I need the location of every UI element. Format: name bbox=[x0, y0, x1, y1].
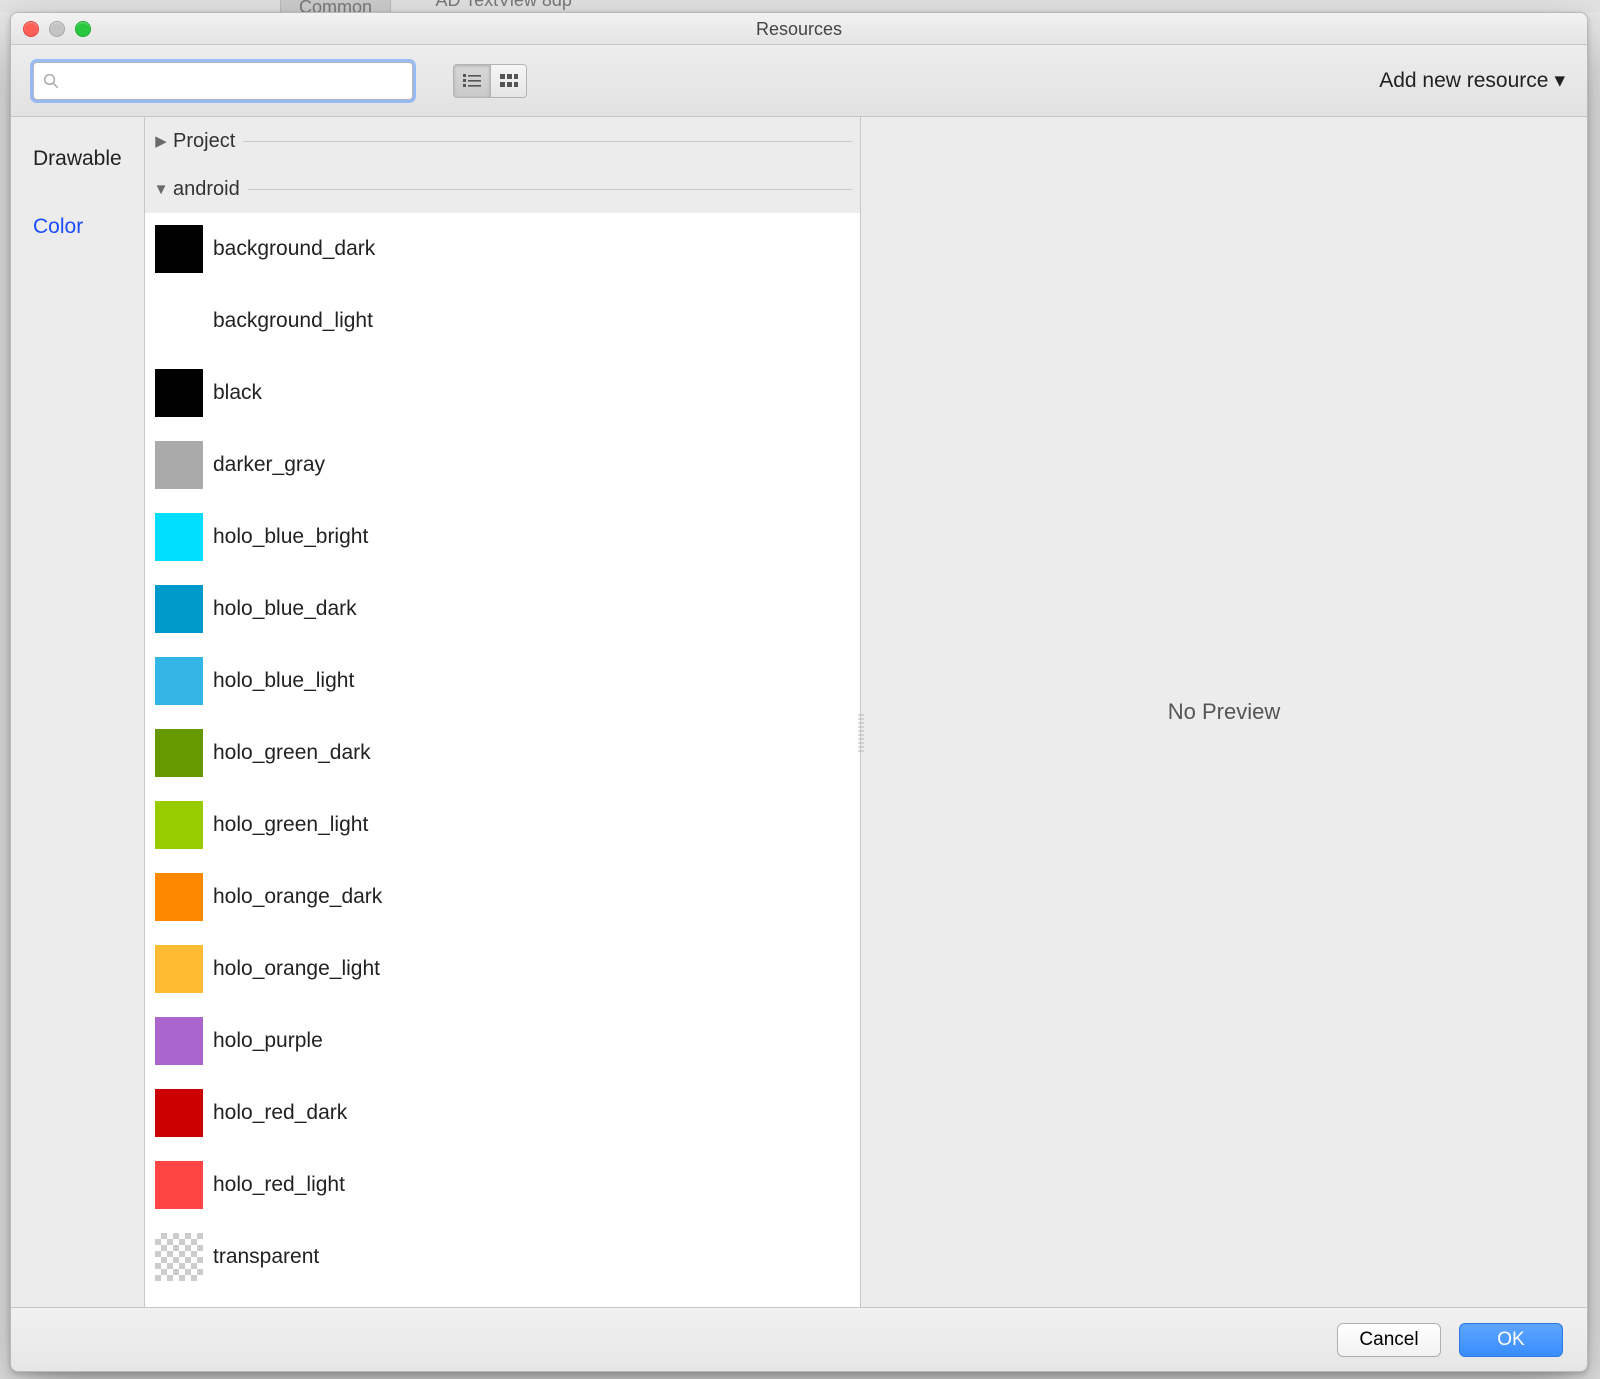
color-swatch bbox=[155, 513, 203, 561]
section-header-project[interactable]: ▶ Project bbox=[145, 117, 860, 165]
category-sidebar: Drawable Color bbox=[11, 117, 145, 1307]
disclosure-down-icon: ▼ bbox=[153, 181, 169, 198]
background-toolbar: Common AD TextView 8dp bbox=[0, 0, 1600, 12]
bg-text: AD TextView 8dp bbox=[435, 0, 571, 11]
resource-item-black[interactable]: black bbox=[145, 357, 860, 429]
color-swatch bbox=[155, 945, 203, 993]
titlebar[interactable]: Resources bbox=[11, 13, 1587, 45]
resource-name-label: holo_blue_dark bbox=[213, 597, 357, 621]
bg-tab-common: Common bbox=[280, 0, 391, 12]
color-swatch bbox=[155, 873, 203, 921]
button-label: Cancel bbox=[1359, 1329, 1418, 1350]
resource-item-darker_gray[interactable]: darker_gray bbox=[145, 429, 860, 501]
resource-name-label: holo_blue_bright bbox=[213, 525, 368, 549]
resource-item-holo_blue_dark[interactable]: holo_blue_dark bbox=[145, 573, 860, 645]
add-new-resource-dropdown[interactable]: Add new resource ▾ bbox=[1379, 68, 1565, 93]
color-swatch bbox=[155, 1089, 203, 1137]
resource-name-label: darker_gray bbox=[213, 453, 325, 477]
resource-name-label: background_light bbox=[213, 309, 373, 333]
resource-item-holo_green_dark[interactable]: holo_green_dark bbox=[145, 717, 860, 789]
resource-item-background_dark[interactable]: background_dark bbox=[145, 213, 860, 285]
minimize-window-button[interactable] bbox=[49, 21, 65, 37]
sidebar-item-color[interactable]: Color bbox=[11, 209, 144, 245]
splitter-handle[interactable] bbox=[858, 712, 864, 752]
resource-item-holo_red_dark[interactable]: holo_red_dark bbox=[145, 1077, 860, 1149]
zoom-window-button[interactable] bbox=[75, 21, 91, 37]
add-new-resource-label: Add new resource bbox=[1379, 69, 1548, 93]
ok-button[interactable]: OK bbox=[1459, 1323, 1563, 1357]
resource-name-label: holo_green_dark bbox=[213, 741, 371, 765]
window-controls bbox=[23, 21, 91, 37]
resources-dialog: Resources bbox=[10, 12, 1588, 1372]
preview-panel: No Preview bbox=[861, 117, 1587, 1307]
resource-item-holo_orange_light[interactable]: holo_orange_light bbox=[145, 933, 860, 1005]
list-view-button[interactable] bbox=[454, 65, 490, 97]
color-swatch bbox=[155, 729, 203, 777]
dialog-footer: Cancel OK bbox=[11, 1307, 1587, 1371]
color-swatch bbox=[155, 1161, 203, 1209]
resource-item-transparent[interactable]: transparent bbox=[145, 1221, 860, 1293]
search-input[interactable] bbox=[60, 63, 404, 99]
button-label: OK bbox=[1497, 1329, 1524, 1350]
cancel-button[interactable]: Cancel bbox=[1337, 1323, 1441, 1357]
disclosure-right-icon: ▶ bbox=[153, 132, 169, 150]
grid-view-button[interactable] bbox=[490, 65, 526, 97]
window-title: Resources bbox=[756, 19, 842, 39]
resource-name-label: holo_blue_light bbox=[213, 669, 354, 693]
section-rule bbox=[248, 189, 852, 190]
close-window-button[interactable] bbox=[23, 21, 39, 37]
resource-item-holo_purple[interactable]: holo_purple bbox=[145, 1005, 860, 1077]
color-swatch bbox=[155, 801, 203, 849]
color-swatch bbox=[155, 1233, 203, 1281]
color-swatch bbox=[155, 441, 203, 489]
chevron-down-icon: ▾ bbox=[1554, 68, 1565, 93]
dialog-body: Drawable Color ▶ Project ▼ android backg… bbox=[11, 117, 1587, 1307]
sidebar-item-label: Color bbox=[33, 215, 83, 238]
resource-list-panel: ▶ Project ▼ android background_darkbackg… bbox=[145, 117, 861, 1307]
resource-name-label: holo_orange_dark bbox=[213, 885, 382, 909]
resource-item-holo_green_light[interactable]: holo_green_light bbox=[145, 789, 860, 861]
sidebar-item-drawable[interactable]: Drawable bbox=[11, 141, 144, 177]
resource-name-label: holo_green_light bbox=[213, 813, 368, 837]
resource-item-background_light[interactable]: background_light bbox=[145, 285, 860, 357]
section-header-android[interactable]: ▼ android bbox=[145, 165, 860, 213]
search-icon bbox=[42, 72, 60, 90]
color-swatch bbox=[155, 297, 203, 345]
section-rule bbox=[243, 141, 852, 142]
list-icon bbox=[463, 74, 481, 88]
resource-list[interactable]: background_dark background_lightblack dark… bbox=[145, 213, 860, 1307]
resource-item-holo_blue_bright[interactable]: holo_blue_bright bbox=[145, 501, 860, 573]
grid-icon bbox=[500, 74, 518, 88]
dialog-toolbar: Add new resource ▾ bbox=[11, 45, 1587, 117]
color-swatch bbox=[155, 225, 203, 273]
resource-name-label: transparent bbox=[213, 1245, 319, 1269]
sidebar-item-label: Drawable bbox=[33, 147, 122, 170]
resource-item-holo_orange_dark[interactable]: holo_orange_dark bbox=[145, 861, 860, 933]
resource-item-holo_red_light[interactable]: holo_red_light bbox=[145, 1149, 860, 1221]
color-swatch bbox=[155, 1017, 203, 1065]
preview-text: No Preview bbox=[1168, 699, 1280, 725]
view-mode-toggle bbox=[453, 64, 527, 98]
resource-item-holo_blue_light[interactable]: holo_blue_light bbox=[145, 645, 860, 717]
resource-name-label: holo_red_dark bbox=[213, 1101, 347, 1125]
resource-name-label: background_dark bbox=[213, 237, 375, 261]
color-swatch bbox=[155, 585, 203, 633]
resource-name-label: holo_purple bbox=[213, 1029, 323, 1053]
resource-name-label: black bbox=[213, 381, 262, 405]
color-swatch bbox=[155, 657, 203, 705]
resource-name-label: holo_red_light bbox=[213, 1173, 345, 1197]
section-label: android bbox=[173, 178, 240, 201]
resource-name-label: holo_orange_light bbox=[213, 957, 380, 981]
search-field-wrap[interactable] bbox=[33, 62, 413, 100]
color-swatch bbox=[155, 369, 203, 417]
section-label: Project bbox=[173, 130, 235, 153]
